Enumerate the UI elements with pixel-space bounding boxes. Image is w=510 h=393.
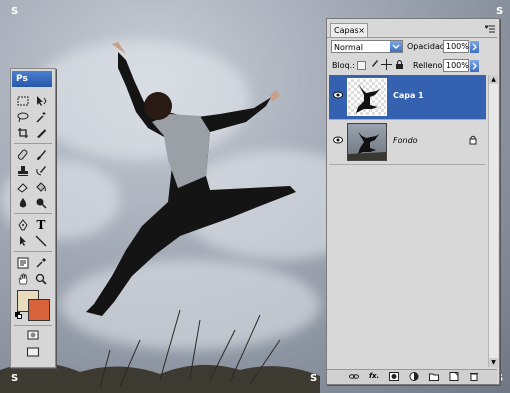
tab-capas[interactable]: Capas × — [330, 23, 368, 37]
quick-mask-icon[interactable] — [25, 328, 41, 342]
eye-icon[interactable] — [333, 136, 343, 144]
adjustment-icon[interactable] — [409, 372, 419, 381]
lasso-icon[interactable] — [15, 109, 31, 124]
lock-position-icon[interactable] — [381, 59, 392, 72]
blur-icon[interactable] — [15, 195, 31, 210]
blend-mode-select[interactable]: Normal — [331, 40, 403, 53]
fx-icon[interactable]: fx. — [369, 372, 379, 381]
layer-thumbnail-fondo — [347, 123, 387, 161]
layer-name-fondo: Fondo — [393, 136, 418, 145]
paint-bucket-icon[interactable] — [33, 179, 49, 194]
dodge-icon[interactable] — [33, 195, 49, 210]
layers-scrollbar[interactable]: ▲ ▼ — [488, 75, 498, 367]
jumping-person-image — [86, 42, 296, 316]
panel-menu-icon[interactable] — [484, 25, 495, 35]
tools-panel: Ps T — [10, 68, 56, 368]
corner-mark-top-right: S — [496, 6, 504, 17]
path-selection-icon[interactable] — [15, 233, 31, 248]
fill-label: Relleno: — [413, 61, 446, 70]
new-layer-icon[interactable] — [449, 372, 459, 381]
layer-row-capa-1[interactable]: Capa 1 — [329, 75, 486, 120]
move-icon[interactable] — [33, 93, 49, 108]
lock-label: Bloq.: — [332, 61, 355, 70]
type-tool-glyph: T — [36, 217, 46, 232]
tab-label: Capas — [334, 26, 359, 35]
slice-icon[interactable] — [33, 125, 49, 140]
layers-panel: Capas × Normal Opacidad: 100% Bloq.: Rel… — [326, 18, 500, 385]
notes-icon[interactable] — [15, 255, 31, 270]
corner-mark-top-left: S — [11, 6, 19, 17]
corner-mark-bottom-mid: S — [310, 373, 318, 384]
chevron-down-icon — [390, 41, 402, 52]
layer-name-capa-1: Capa 1 — [393, 91, 424, 100]
history-brush-icon[interactable] — [33, 163, 49, 178]
opacity-input[interactable]: 100% — [443, 40, 469, 53]
magic-wand-icon[interactable] — [33, 109, 49, 124]
eyedropper-icon[interactable] — [33, 255, 49, 270]
layers-bottom-bar: fx. — [327, 369, 497, 384]
crop-icon[interactable] — [15, 125, 31, 140]
line-icon[interactable] — [33, 233, 49, 248]
clone-stamp-icon[interactable] — [15, 163, 31, 178]
lock-all-icon[interactable] — [395, 59, 404, 72]
photoshop-logo: Ps — [12, 71, 52, 87]
layer-thumbnail-capa-1 — [347, 78, 387, 116]
opacity-arrow-icon[interactable] — [470, 41, 479, 53]
corner-mark-bottom-left: S — [11, 373, 19, 384]
eye-icon[interactable] — [333, 91, 343, 99]
background-color-swatch[interactable] — [28, 299, 50, 321]
fill-arrow-icon[interactable] — [470, 60, 479, 72]
zoom-icon[interactable] — [33, 271, 49, 286]
blend-mode-value: Normal — [334, 43, 363, 52]
brush-icon[interactable] — [33, 147, 49, 162]
mask-icon[interactable] — [389, 372, 399, 381]
screen-mode-icon[interactable] — [25, 345, 41, 359]
marquee-icon[interactable] — [15, 93, 31, 108]
fill-input[interactable]: 100% — [443, 59, 469, 72]
scroll-up-icon[interactable]: ▲ — [489, 75, 498, 84]
layer-row-fondo[interactable]: Fondo — [329, 120, 486, 165]
tab-close-icon[interactable]: × — [358, 24, 365, 38]
lock-pixels-icon[interactable] — [369, 59, 379, 72]
link-icon[interactable] — [349, 372, 359, 381]
lock-transparency-icon[interactable] — [357, 61, 366, 70]
default-colors-icon[interactable] — [15, 312, 22, 319]
lock-icon — [469, 135, 477, 147]
opacity-label: Opacidad: — [407, 42, 448, 51]
hand-icon[interactable] — [15, 271, 31, 286]
type-icon[interactable]: T — [33, 217, 49, 232]
healing-brush-icon[interactable] — [15, 147, 31, 162]
scroll-down-icon[interactable]: ▼ — [489, 358, 498, 367]
eraser-icon[interactable] — [15, 179, 31, 194]
trash-icon[interactable] — [469, 372, 479, 381]
pen-icon[interactable] — [15, 217, 31, 232]
group-icon[interactable] — [429, 372, 439, 381]
